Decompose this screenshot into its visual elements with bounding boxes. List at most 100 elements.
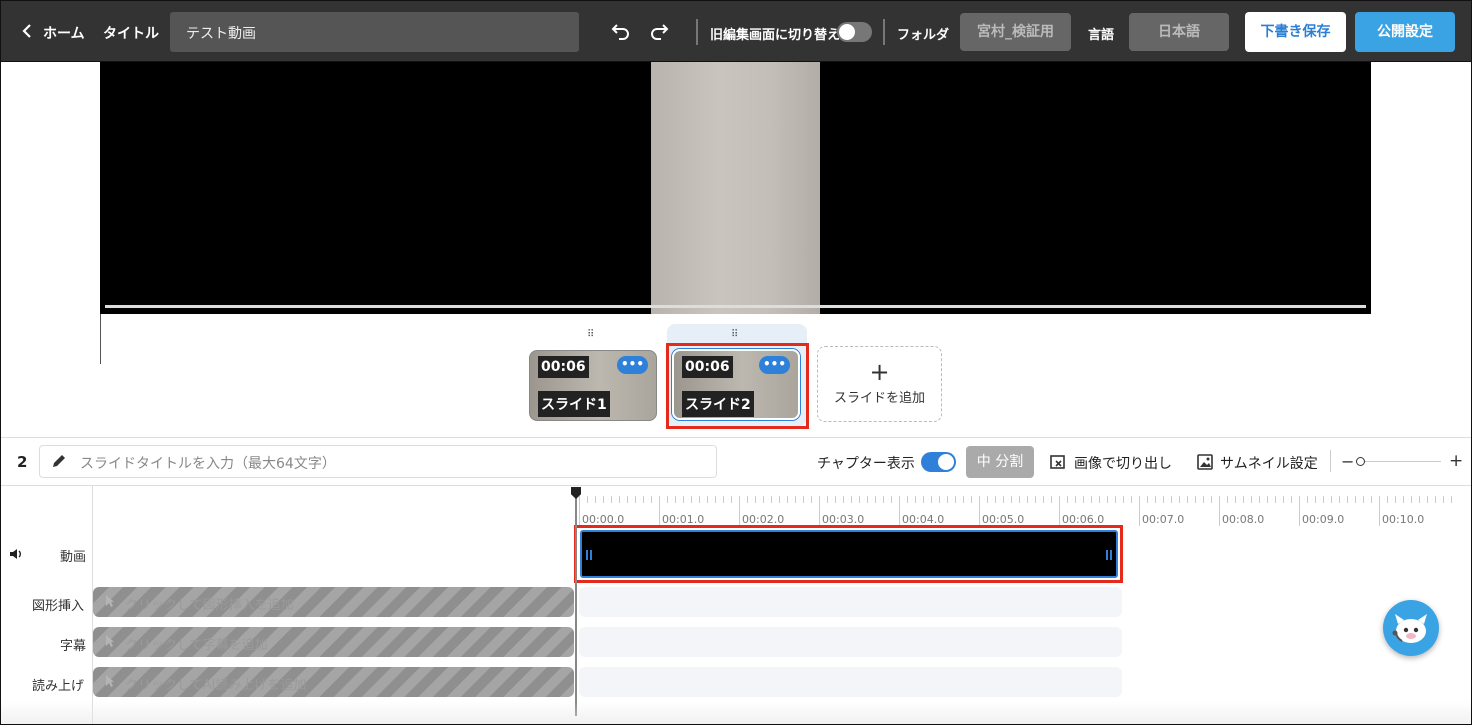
folder-select[interactable]: 宮村_検証用 xyxy=(960,13,1071,51)
ruler-minor-tick xyxy=(1227,496,1228,503)
ruler-minor-tick xyxy=(1387,496,1388,503)
slide-card-1[interactable]: 00:06 ••• スライド1 xyxy=(529,350,657,421)
ruler-minor-tick xyxy=(1435,496,1436,503)
top-bar: ホーム タイトル テスト動画 旧編集画面に切り替え フォルダ 宮村_検証用 言語… xyxy=(1,1,1471,62)
ruler-minor-tick xyxy=(1115,496,1116,503)
ruler-minor-tick xyxy=(1339,496,1340,503)
ruler-minor-tick xyxy=(771,496,772,503)
ruler-minor-tick xyxy=(1283,496,1284,503)
ruler-minor-tick xyxy=(1291,496,1292,503)
ruler-major-tick xyxy=(739,496,740,526)
ruler-major-tick xyxy=(1219,496,1220,526)
ruler-tick-label: 00:09.0 xyxy=(1302,513,1345,526)
ruler-minor-tick xyxy=(691,496,692,503)
add-subtitle-area[interactable]: クリックして字幕を追加 xyxy=(93,627,574,657)
ruler-minor-tick xyxy=(699,496,700,503)
ruler-minor-tick xyxy=(603,496,604,503)
ruler-minor-tick xyxy=(1275,496,1276,503)
ruler-minor-tick xyxy=(1067,496,1068,503)
title-input[interactable]: テスト動画 xyxy=(170,12,579,52)
selection-highlight xyxy=(666,343,809,429)
playhead[interactable] xyxy=(575,491,577,716)
toggle-knob xyxy=(839,24,855,40)
ruler-tick-label: 00:07.0 xyxy=(1142,513,1185,526)
zoom-in-icon[interactable]: + xyxy=(1449,451,1463,471)
preview-image xyxy=(651,62,820,314)
ruler-minor-tick xyxy=(1107,496,1108,503)
chapter-display-toggle[interactable] xyxy=(921,452,956,472)
slide-title-input[interactable]: スライドタイトルを入力（最大64文字） xyxy=(39,445,717,478)
preview-progress-bar[interactable] xyxy=(105,305,1366,308)
mascot-icon xyxy=(1392,614,1427,643)
ruler-major-tick xyxy=(1059,496,1060,526)
ruler-tick-label: 00:10.0 xyxy=(1382,513,1425,526)
crop-image-icon[interactable] xyxy=(1049,453,1067,471)
ruler-minor-tick xyxy=(1443,496,1444,503)
cursor-icon xyxy=(106,635,114,647)
app-frame: ホーム タイトル テスト動画 旧編集画面に切り替え フォルダ 宮村_検証用 言語… xyxy=(0,0,1472,725)
narration-track[interactable] xyxy=(579,667,1122,697)
subtitle-track-label: 字幕 xyxy=(60,639,87,654)
thumbnail-settings-button[interactable]: サムネイル設定 xyxy=(1220,453,1318,473)
ruler-major-tick xyxy=(659,496,660,526)
zoom-slider[interactable] xyxy=(1361,461,1441,462)
drag-handle-icon[interactable]: ⠿ xyxy=(587,330,601,342)
chevron-left-icon[interactable] xyxy=(17,21,37,41)
drag-handle-icon[interactable]: ⠿ xyxy=(731,330,745,342)
chapter-display-label: チャプター表示 xyxy=(817,456,915,472)
ruler-minor-tick xyxy=(1163,496,1164,503)
image-icon[interactable] xyxy=(1196,453,1214,471)
ruler-minor-tick xyxy=(995,496,996,503)
ruler-minor-tick xyxy=(1363,496,1364,503)
save-draft-button[interactable]: 下書き保存 xyxy=(1245,12,1346,52)
subtitle-track[interactable] xyxy=(579,627,1122,657)
assistant-mascot-button[interactable] xyxy=(1383,600,1439,656)
ruler-major-tick xyxy=(1299,496,1300,526)
ruler-minor-tick xyxy=(747,496,748,503)
video-preview[interactable] xyxy=(100,62,1371,314)
publish-settings-button[interactable]: 公開設定 xyxy=(1355,12,1455,52)
crop-image-button[interactable]: 画像で切り出し xyxy=(1074,453,1172,473)
toolbar-divider xyxy=(1330,450,1331,472)
divider xyxy=(1,485,1471,486)
ruler-minor-tick xyxy=(787,496,788,503)
ruler-minor-tick xyxy=(1011,496,1012,503)
ruler-major-tick xyxy=(819,496,820,526)
add-slide-button[interactable]: + スライドを追加 xyxy=(817,346,942,422)
shape-track[interactable] xyxy=(579,587,1122,617)
ruler-minor-tick xyxy=(675,496,676,503)
video-track-label: 動画 xyxy=(60,550,87,565)
ruler-minor-tick xyxy=(1027,496,1028,503)
ruler-minor-tick xyxy=(1315,496,1316,503)
zoom-out-icon[interactable]: − xyxy=(1341,452,1354,471)
add-shape-area[interactable]: クリックして図形挿入を追加 xyxy=(93,587,574,617)
timeline-ruler[interactable]: 00:00.0 00:01.0 00:02.0 00:03.0 00:04.0 00:05… xyxy=(578,496,1471,526)
undo-icon[interactable] xyxy=(609,20,633,44)
ruler-minor-tick xyxy=(1003,496,1004,503)
zoom-slider-handle[interactable] xyxy=(1356,457,1365,466)
ruler-minor-tick xyxy=(875,496,876,503)
language-label: 言語 xyxy=(1088,28,1115,43)
pencil-icon xyxy=(53,455,65,467)
ruler-minor-tick xyxy=(1051,496,1052,503)
split-button[interactable]: 中 分割 xyxy=(966,446,1034,478)
ruler-minor-tick xyxy=(1131,496,1132,503)
ruler-minor-tick xyxy=(1035,496,1036,503)
speaker-icon[interactable] xyxy=(9,547,23,561)
add-subtitle-placeholder: クリックして字幕を追加 xyxy=(125,638,268,653)
header-divider xyxy=(883,19,885,45)
ruler-minor-tick xyxy=(803,496,804,503)
ruler-minor-tick xyxy=(883,496,884,503)
ruler-minor-tick xyxy=(1187,496,1188,503)
more-options-icon[interactable]: ••• xyxy=(617,356,648,374)
ruler-minor-tick xyxy=(827,496,828,503)
ruler-minor-tick xyxy=(715,496,716,503)
home-link[interactable]: ホーム xyxy=(43,23,85,43)
ruler-minor-tick xyxy=(763,496,764,503)
language-select[interactable]: 日本語 xyxy=(1129,13,1229,51)
slide-duration: 00:06 xyxy=(538,356,589,378)
redo-icon[interactable] xyxy=(647,20,671,44)
old-editor-toggle[interactable] xyxy=(837,22,872,42)
add-narration-area[interactable]: クリックしてAI読み上げを追加 xyxy=(93,667,574,697)
ruler-minor-tick xyxy=(1091,496,1092,503)
